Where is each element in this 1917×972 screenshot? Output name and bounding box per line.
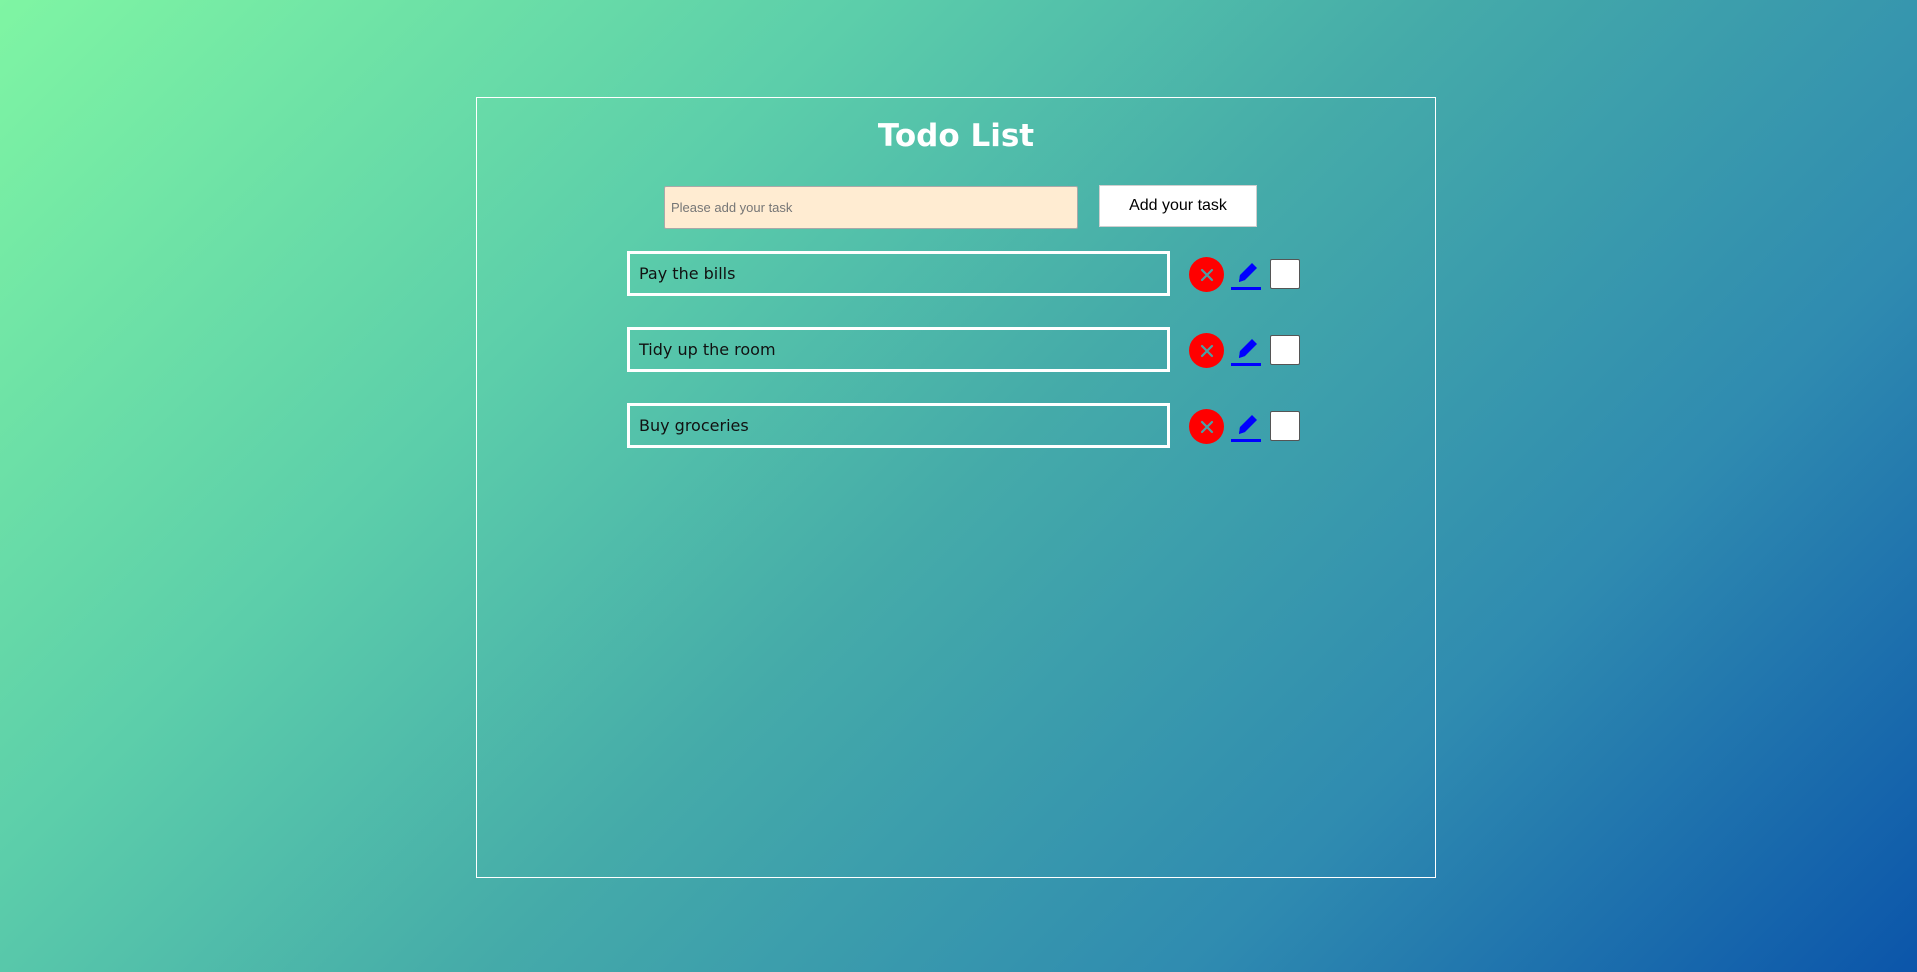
pencil-icon [1231, 263, 1261, 290]
delete-task-button[interactable] [1189, 257, 1224, 292]
edit-task-button[interactable] [1230, 255, 1262, 293]
todo-panel: Todo List Add your task Pay the bills Ti… [476, 97, 1436, 878]
todo-item: Buy groceries [627, 403, 1317, 479]
delete-task-button[interactable] [1189, 333, 1224, 368]
delete-task-button[interactable] [1189, 409, 1224, 444]
todo-item-text: Buy groceries [627, 403, 1170, 448]
close-icon [1200, 420, 1213, 433]
complete-checkbox[interactable] [1270, 335, 1300, 365]
close-icon [1200, 344, 1213, 357]
todo-item: Pay the bills [627, 251, 1317, 327]
todo-list: Pay the bills Tidy up the room Buy groce… [627, 251, 1317, 479]
pencil-icon [1231, 339, 1261, 366]
todo-item-text: Tidy up the room [627, 327, 1170, 372]
edit-task-button[interactable] [1230, 407, 1262, 445]
close-icon [1200, 268, 1213, 281]
pencil-icon [1231, 415, 1261, 442]
complete-checkbox[interactable] [1270, 411, 1300, 441]
add-task-button[interactable]: Add your task [1099, 185, 1257, 227]
complete-checkbox[interactable] [1270, 259, 1300, 289]
todo-item: Tidy up the room [627, 327, 1317, 403]
task-input[interactable] [664, 186, 1078, 229]
page-title: Todo List [877, 118, 1035, 154]
todo-item-text: Pay the bills [627, 251, 1170, 296]
edit-task-button[interactable] [1230, 331, 1262, 369]
